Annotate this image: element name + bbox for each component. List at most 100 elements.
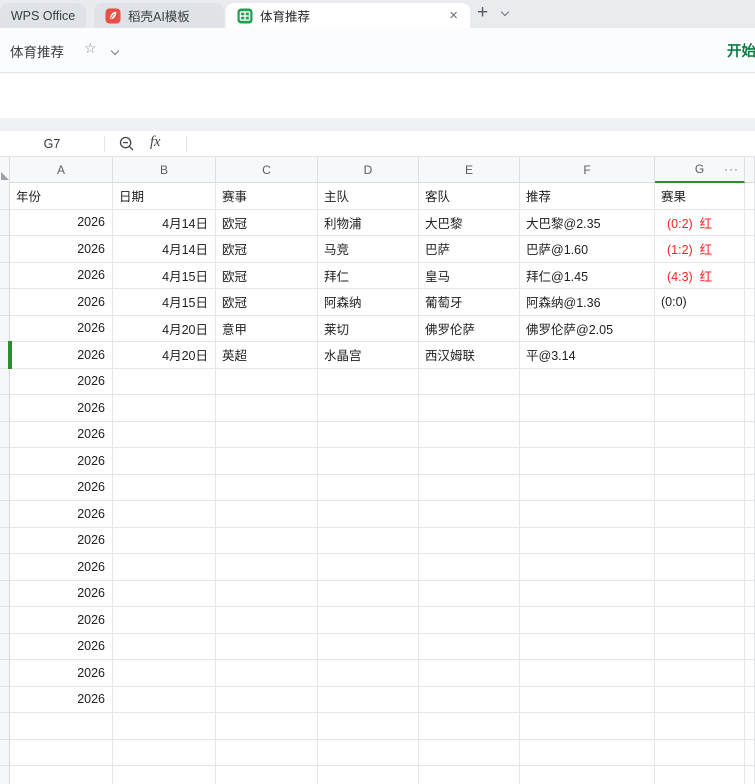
cell-G7[interactable] (655, 342, 745, 369)
cell-B4[interactable]: 4月15日 (113, 262, 216, 289)
cell-B21[interactable] (113, 713, 216, 740)
cell-E12[interactable] (419, 474, 520, 501)
cell-G10[interactable] (655, 421, 745, 448)
cell-C5[interactable]: 欧冠 (216, 289, 318, 316)
row-header-15[interactable] (0, 554, 10, 581)
cell-E15[interactable] (419, 554, 520, 581)
cell-B20[interactable] (113, 686, 216, 713)
cell-D6[interactable]: 莱切 (318, 315, 419, 342)
cell-E7[interactable]: 西汉姆联 (419, 342, 520, 369)
cell-D10[interactable] (318, 421, 419, 448)
cell-F21[interactable] (520, 713, 655, 740)
row-header-17[interactable] (0, 607, 10, 634)
cell-C18[interactable] (216, 633, 318, 660)
cell-D23[interactable] (318, 766, 419, 784)
cell-E22[interactable] (419, 739, 520, 766)
cell-A15[interactable]: 2026 (10, 554, 113, 581)
cell-D8[interactable] (318, 368, 419, 395)
cell-F8[interactable] (520, 368, 655, 395)
tab-list-chevron-icon[interactable] (500, 7, 510, 17)
cell-G11[interactable] (655, 448, 745, 475)
cell-G13[interactable] (655, 501, 745, 528)
cell-C14[interactable] (216, 527, 318, 554)
cell-C3[interactable]: 欧冠 (216, 236, 318, 263)
name-box[interactable]: G7 (0, 131, 104, 156)
cell-A16[interactable]: 2026 (10, 580, 113, 607)
zoom-out-magnifier-icon[interactable] (118, 135, 136, 158)
cell-G1[interactable]: 赛果 (655, 183, 745, 210)
cell-C19[interactable] (216, 660, 318, 687)
favorite-star-icon[interactable]: ☆ (84, 40, 97, 57)
row-header-2[interactable] (0, 209, 10, 236)
cell-F18[interactable] (520, 633, 655, 660)
cell-A10[interactable]: 2026 (10, 421, 113, 448)
cell-B19[interactable] (113, 660, 216, 687)
cell-G17[interactable] (655, 607, 745, 634)
cell-G2[interactable]: (0:2) 红 (655, 209, 745, 236)
cell-A13[interactable]: 2026 (10, 501, 113, 528)
cell-B22[interactable] (113, 739, 216, 766)
cell-B5[interactable]: 4月15日 (113, 289, 216, 316)
more-columns-icon[interactable]: ··· (724, 162, 739, 176)
row-header-11[interactable] (0, 448, 10, 475)
cell-C9[interactable] (216, 395, 318, 422)
cell-F2[interactable]: 大巴黎@2.35 (520, 209, 655, 236)
cell-D7[interactable]: 水晶宫 (318, 342, 419, 369)
cell-B11[interactable] (113, 448, 216, 475)
cell-B18[interactable] (113, 633, 216, 660)
cell-E1[interactable]: 客队 (419, 183, 520, 210)
cell-C10[interactable] (216, 421, 318, 448)
cell-G16[interactable] (655, 580, 745, 607)
cell-G21[interactable] (655, 713, 745, 740)
cell-E2[interactable]: 大巴黎 (419, 209, 520, 236)
row-header-12[interactable] (0, 474, 10, 501)
cell-F16[interactable] (520, 580, 655, 607)
column-header-B[interactable]: B (113, 157, 216, 183)
cell-E5[interactable]: 葡萄牙 (419, 289, 520, 316)
cell-A11[interactable]: 2026 (10, 448, 113, 475)
cell-C21[interactable] (216, 713, 318, 740)
cell-G14[interactable] (655, 527, 745, 554)
tab-sheet-document[interactable]: 体育推荐 × (226, 3, 470, 28)
cell-C11[interactable] (216, 448, 318, 475)
cell-D16[interactable] (318, 580, 419, 607)
cell-F22[interactable] (520, 739, 655, 766)
cell-E10[interactable] (419, 421, 520, 448)
cell-E3[interactable]: 巴萨 (419, 236, 520, 263)
cell-E21[interactable] (419, 713, 520, 740)
cell-A22[interactable] (10, 739, 113, 766)
cell-F20[interactable] (520, 686, 655, 713)
tab-wps-home[interactable]: WPS Office (0, 3, 86, 28)
cell-A23[interactable] (10, 766, 113, 784)
cell-G3[interactable]: (1:2) 红 (655, 236, 745, 263)
cell-E23[interactable] (419, 766, 520, 784)
cell-F14[interactable] (520, 527, 655, 554)
cell-G19[interactable] (655, 660, 745, 687)
row-header-13[interactable] (0, 501, 10, 528)
cell-C13[interactable] (216, 501, 318, 528)
cell-D13[interactable] (318, 501, 419, 528)
cell-A5[interactable]: 2026 (10, 289, 113, 316)
cell-E8[interactable] (419, 368, 520, 395)
cell-G9[interactable] (655, 395, 745, 422)
column-header-G[interactable]: G ··· (655, 157, 745, 183)
cell-A12[interactable]: 2026 (10, 474, 113, 501)
cell-C20[interactable] (216, 686, 318, 713)
cell-D22[interactable] (318, 739, 419, 766)
cell-B2[interactable]: 4月14日 (113, 209, 216, 236)
cell-B1[interactable]: 日期 (113, 183, 216, 210)
cell-D5[interactable]: 阿森纳 (318, 289, 419, 316)
row-header-4[interactable] (0, 262, 10, 289)
cell-F10[interactable] (520, 421, 655, 448)
cell-G22[interactable] (655, 739, 745, 766)
column-header-D[interactable]: D (318, 157, 419, 183)
cell-A8[interactable]: 2026 (10, 368, 113, 395)
cell-F12[interactable] (520, 474, 655, 501)
row-header-19[interactable] (0, 660, 10, 687)
row-header-21[interactable] (0, 713, 10, 740)
cell-B10[interactable] (113, 421, 216, 448)
cell-A2[interactable]: 2026 (10, 209, 113, 236)
cell-C16[interactable] (216, 580, 318, 607)
cell-A19[interactable]: 2026 (10, 660, 113, 687)
cell-C2[interactable]: 欧冠 (216, 209, 318, 236)
